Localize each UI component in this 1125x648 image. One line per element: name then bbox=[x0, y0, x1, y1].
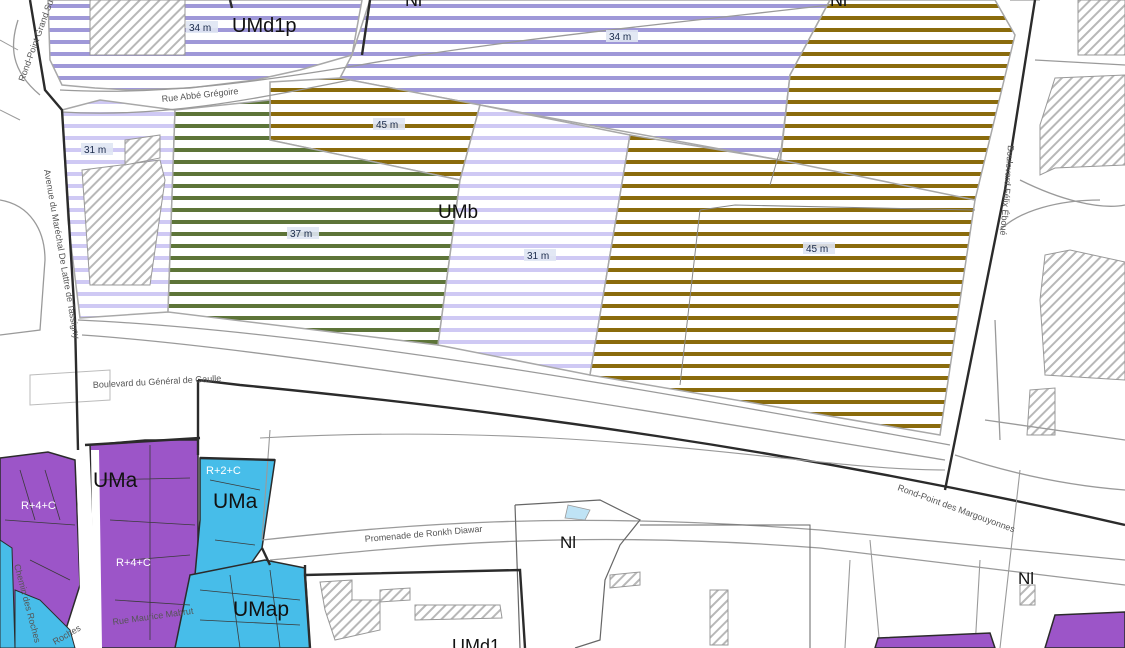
zone-label-uma-left: UMa bbox=[93, 469, 138, 492]
zone-label-nl-top-right: Nl bbox=[830, 0, 847, 10]
zone-label-nl-mid: Nl bbox=[560, 533, 576, 552]
floor-limit-r2c: R+2+C bbox=[206, 465, 241, 477]
building-hatch bbox=[1039, 74, 1125, 176]
zone-label-umd-bottom: UMd1 bbox=[452, 636, 500, 648]
height-label-34-right: 34 m bbox=[609, 32, 631, 43]
height-label-45-right: 45 m bbox=[806, 244, 828, 255]
building-hatch bbox=[81, 159, 166, 286]
building-hatch bbox=[379, 587, 411, 603]
floor-limit-r4c-mid: R+4+C bbox=[116, 557, 151, 569]
height-label-34-left: 34 m bbox=[189, 23, 211, 34]
building-hatch bbox=[89, 0, 186, 56]
building-hatch bbox=[709, 589, 729, 646]
zone-label-uma-right: UMa bbox=[213, 490, 258, 513]
building-hatch bbox=[1077, 0, 1125, 56]
height-label-45-top: 45 m bbox=[376, 120, 398, 131]
zone-label-umb: UMb bbox=[438, 202, 478, 223]
zone-label-nl-right: Nl bbox=[1018, 569, 1034, 588]
height-label-37: 37 m bbox=[290, 229, 312, 240]
zoning-map[interactable]: UMd1p Nl Nl UMb UMa UMa UMap Nl Nl UMd1 … bbox=[0, 0, 1125, 648]
building-hatch bbox=[1019, 584, 1036, 606]
height-label-31-center: 31 m bbox=[527, 251, 549, 262]
building-hatch bbox=[414, 604, 503, 621]
zone-label-umd1p: UMd1p bbox=[232, 15, 296, 37]
building-hatch bbox=[1039, 249, 1125, 381]
zone-label-nl-top-left: Nl bbox=[405, 0, 422, 10]
floor-limit-r4c-left: R+4+C bbox=[21, 500, 56, 512]
zone-uma-southeast-2[interactable] bbox=[1044, 611, 1125, 648]
zone-label-umap: UMap bbox=[233, 598, 289, 621]
height-label-31-left: 31 m bbox=[84, 145, 106, 156]
building-hatch bbox=[609, 571, 641, 589]
